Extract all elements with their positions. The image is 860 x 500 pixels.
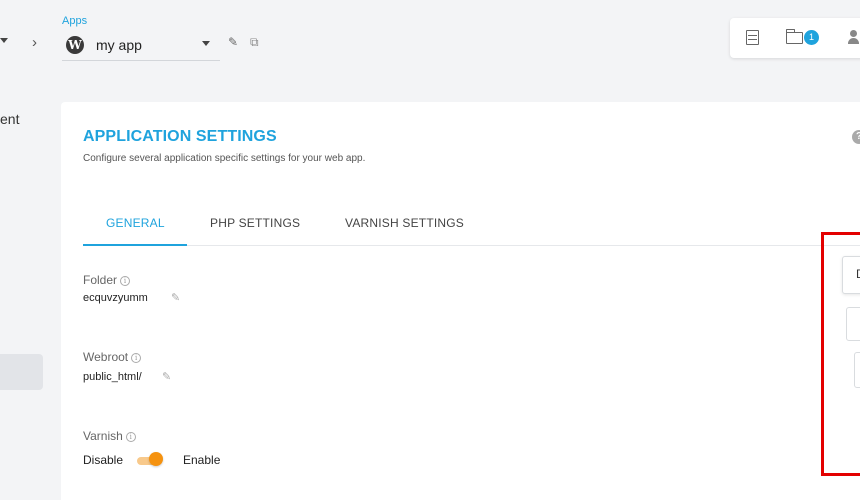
help-icon[interactable]: ?: [852, 130, 860, 144]
external-link-icon[interactable]: ⧉: [250, 35, 259, 50]
edit-webroot-icon[interactable]: ✎: [162, 370, 171, 383]
settings-tabs: GENERAL PHP SETTINGS VARNISH SETTINGS: [83, 208, 860, 246]
notification-badge[interactable]: 1: [804, 30, 819, 45]
highlight-box: [821, 232, 860, 476]
breadcrumb-separator: ›: [32, 34, 37, 51]
wordpress-icon: W: [66, 36, 84, 54]
webroot-value: public_html/: [83, 371, 142, 383]
app-selector[interactable]: W my app: [62, 31, 220, 61]
webroot-label-text: Webroot: [83, 350, 129, 364]
caret-down-icon[interactable]: [202, 41, 210, 46]
varnish-label: Varnish i: [83, 429, 136, 443]
info-icon[interactable]: i: [131, 353, 142, 363]
server-list-icon[interactable]: [746, 30, 759, 45]
tab-php-settings[interactable]: PHP SETTINGS: [210, 216, 300, 230]
sidebar-item-active[interactable]: [0, 354, 43, 390]
varnish-toggle[interactable]: [149, 452, 163, 466]
app-name: my app: [96, 37, 142, 53]
tab-varnish-settings[interactable]: VARNISH SETTINGS: [345, 216, 464, 230]
user-icon[interactable]: [848, 30, 859, 45]
info-icon[interactable]: i: [120, 276, 131, 286]
sidebar-item-partial[interactable]: ent: [0, 111, 19, 127]
varnish-enable-label: Enable: [183, 453, 221, 467]
tab-general[interactable]: GENERAL: [106, 216, 165, 230]
webroot-label: Webroot i: [83, 350, 142, 364]
page-title: APPLICATION SETTINGS: [83, 128, 277, 145]
info-icon[interactable]: i: [125, 432, 136, 442]
edit-icon[interactable]: ✎: [228, 35, 238, 49]
breadcrumb-apps[interactable]: Apps: [62, 15, 87, 27]
caret-down-icon[interactable]: [0, 38, 8, 43]
varnish-label-text: Varnish: [83, 429, 123, 443]
folder-label: Folder i: [83, 273, 131, 287]
active-tab-indicator: [83, 244, 187, 246]
top-bar: › Apps W my app ✎ ⧉ 1: [0, 0, 860, 80]
varnish-disable-label: Disable: [83, 453, 124, 467]
page-subtitle: Configure several application specific s…: [83, 153, 366, 164]
folder-label-text: Folder: [83, 273, 118, 287]
folder-icon[interactable]: [786, 29, 803, 44]
toolbar: 1: [730, 18, 860, 58]
application-settings-card: APPLICATION SETTINGS Configure several a…: [61, 102, 860, 500]
edit-folder-icon[interactable]: ✎: [171, 291, 180, 304]
folder-value: ecquvzyumm: [83, 292, 148, 304]
